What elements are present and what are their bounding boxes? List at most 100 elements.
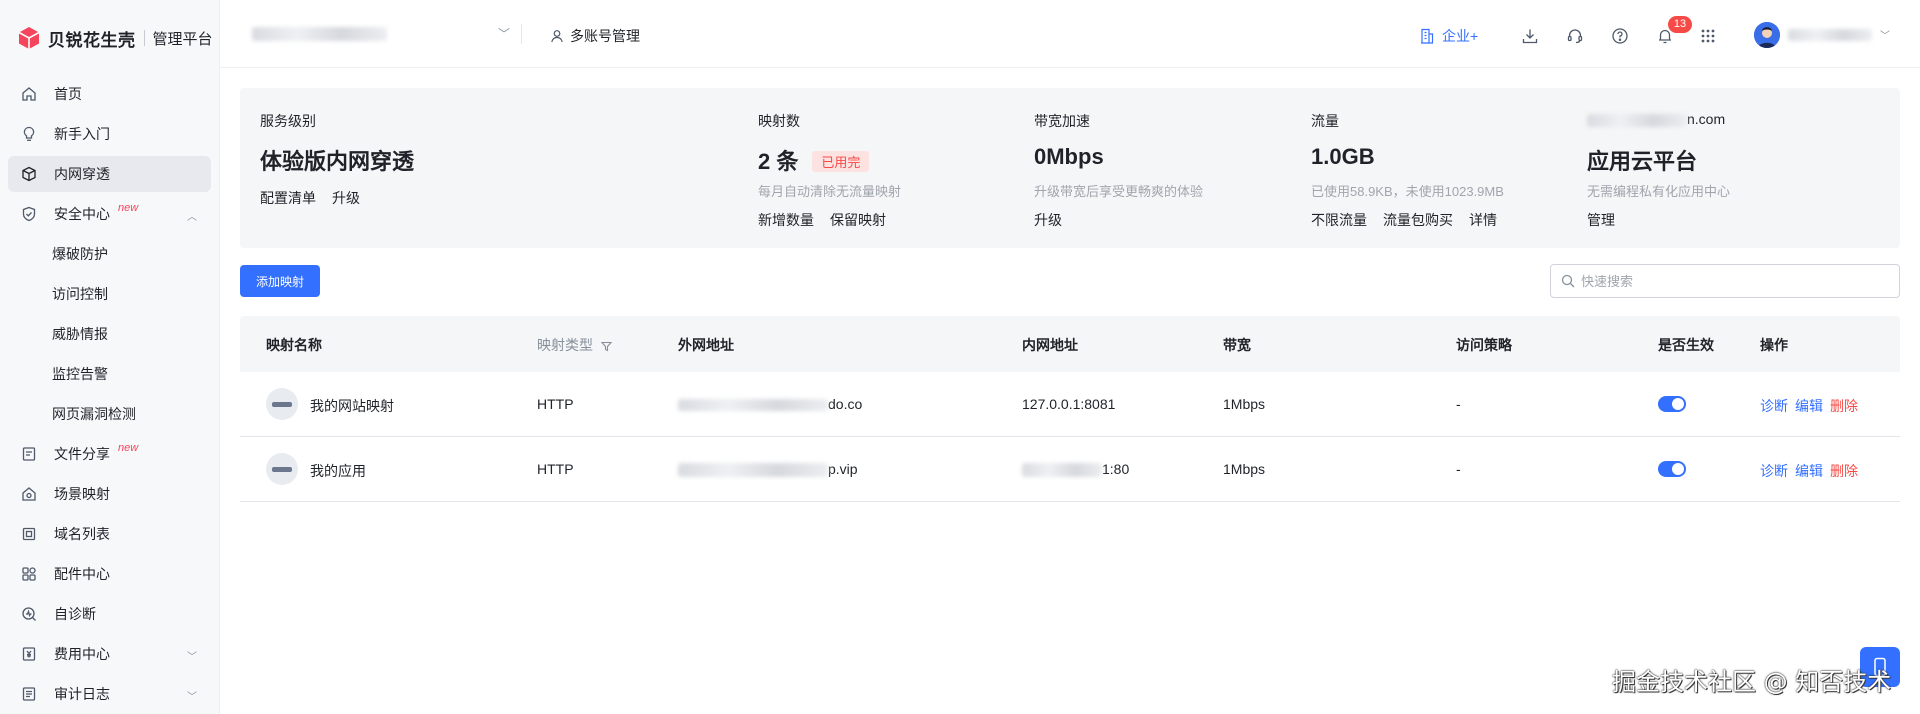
- delete-button[interactable]: 删除: [1830, 461, 1858, 481]
- multi-account-button[interactable]: 多账号管理: [550, 26, 640, 46]
- edit-button[interactable]: 编辑: [1795, 396, 1823, 416]
- sidebar-item-security[interactable]: 安全中心 new ︿: [8, 196, 211, 232]
- sidebar-item-label: 费用中心: [54, 646, 110, 662]
- new-badge: new: [118, 202, 139, 214]
- upgrade-link[interactable]: 升级: [332, 188, 360, 208]
- col-type[interactable]: 映射类型: [537, 335, 613, 355]
- status-badge: 已用完: [812, 150, 870, 172]
- col-external: 外网地址: [678, 337, 734, 353]
- add-mapping-button[interactable]: 添加映射: [240, 265, 320, 297]
- enabled-toggle[interactable]: [1658, 396, 1686, 412]
- sidebar-item-getting-started[interactable]: 新手入门: [8, 116, 211, 152]
- unlimited-traffic-link[interactable]: 不限流量: [1311, 210, 1367, 230]
- stat-links: 新增数量 保留映射: [758, 210, 886, 230]
- new-badge: new: [118, 442, 139, 454]
- sidebar-item-label: 文件分享: [54, 446, 110, 462]
- chevron-down-icon[interactable]: ﹀: [187, 648, 197, 663]
- download-icon[interactable]: [1520, 26, 1540, 46]
- watermark: 掘金技术社区 @ 知否技术: [1612, 668, 1892, 696]
- sidebar-subitem-web-vuln[interactable]: 网页漏洞检测: [8, 396, 211, 432]
- sidebar-item-scene-mapping[interactable]: 场景映射: [8, 476, 211, 512]
- redacted-project-name: [252, 27, 387, 41]
- internal-address-suffix: 1:80: [1102, 461, 1130, 477]
- header-divider: [521, 24, 522, 44]
- config-list-link[interactable]: 配置清单: [260, 188, 316, 208]
- chevron-down-icon[interactable]: ﹀: [1880, 27, 1890, 42]
- sidebar-item-intranet[interactable]: 内网穿透: [8, 156, 211, 192]
- diagnose-button[interactable]: 诊断: [1760, 461, 1788, 481]
- sidebar-item-self-diagnose[interactable]: 自诊断: [8, 596, 211, 632]
- apps-icon[interactable]: [1698, 26, 1718, 46]
- stat-title: 映射数: [758, 113, 800, 129]
- enabled-toggle[interactable]: [1658, 461, 1686, 477]
- sidebar-item-label: 内网穿透: [54, 166, 110, 182]
- sidebar-item-file-share[interactable]: 文件分享 new: [8, 436, 211, 472]
- external-address[interactable]: do.co: [678, 396, 862, 412]
- file-share-icon: [20, 445, 38, 463]
- logo[interactable]: 贝锐花生壳 管理平台: [0, 0, 219, 76]
- stat-value: 体验版内网穿透: [260, 149, 415, 174]
- domain-icon: [20, 525, 38, 543]
- search-input[interactable]: [1581, 273, 1881, 289]
- chevron-up-icon[interactable]: ︿: [187, 208, 197, 223]
- stat-title: 流量: [1311, 113, 1339, 129]
- col-internal: 内网地址: [1022, 337, 1078, 353]
- sidebar-item-label: 审计日志: [54, 686, 110, 702]
- mapping-count-value: 2 条: [758, 149, 799, 174]
- stat-desc: 无需编程私有化应用中心: [1587, 184, 1731, 199]
- filter-icon[interactable]: [600, 341, 613, 352]
- mapping-icon: [266, 388, 298, 420]
- sidebar-subitem-monitor-alert[interactable]: 监控告警: [8, 356, 211, 392]
- sidebar-item-label: 自诊断: [54, 606, 96, 622]
- external-address[interactable]: p.vip: [678, 461, 858, 478]
- keep-mapping-link[interactable]: 保留映射: [830, 210, 886, 230]
- external-address-suffix: p.vip: [828, 461, 858, 477]
- headset-icon[interactable]: [1565, 26, 1585, 46]
- sidebar-item-domains[interactable]: 域名列表: [8, 516, 211, 552]
- box-icon: [20, 165, 38, 183]
- project-selector[interactable]: ﹀: [252, 22, 510, 46]
- home-icon: [20, 85, 38, 103]
- sidebar-subitem-threat-intel[interactable]: 威胁情报: [8, 316, 211, 352]
- buy-traffic-link[interactable]: 流量包购买: [1383, 210, 1453, 230]
- stat-value: 2 条已用完: [758, 144, 870, 176]
- stat-links: 升级: [1034, 210, 1062, 230]
- sidebar-item-accessories[interactable]: 配件中心: [8, 556, 211, 592]
- search-box[interactable]: [1550, 264, 1900, 298]
- stat-links: 管理: [1587, 210, 1615, 230]
- chevron-down-icon[interactable]: ﹀: [187, 688, 197, 703]
- bandwidth-upgrade-link[interactable]: 升级: [1034, 210, 1062, 230]
- mapping-table: 映射名称 映射类型 外网地址 内网地址 带宽 访问策略 是否生效 操作 我的网站…: [240, 316, 1900, 502]
- traffic-details-link[interactable]: 详情: [1469, 210, 1497, 230]
- edit-button[interactable]: 编辑: [1795, 461, 1823, 481]
- platform-name: 管理平台: [152, 30, 213, 48]
- mapping-name[interactable]: 我的应用: [310, 461, 366, 481]
- diagnose-button[interactable]: 诊断: [1760, 396, 1788, 416]
- sidebar-item-label: 安全中心: [54, 206, 110, 222]
- sidebar-subitem-brute-force[interactable]: 爆破防护: [8, 236, 211, 272]
- sidebar-item-label: 新手入门: [54, 126, 110, 142]
- mapping-name[interactable]: 我的网站映射: [310, 396, 394, 416]
- redacted-username[interactable]: [1788, 29, 1872, 41]
- stat-desc: 每月自动清除无流量映射: [758, 184, 902, 199]
- col-type-label: 映射类型: [537, 337, 593, 353]
- enterprise-button[interactable]: 企业+: [1420, 26, 1478, 46]
- cube-icon: [18, 27, 40, 49]
- avatar[interactable]: [1754, 22, 1780, 48]
- add-quota-link[interactable]: 新增数量: [758, 210, 814, 230]
- sidebar-item-audit-log[interactable]: 审计日志 ﹀: [8, 676, 211, 712]
- bandwidth-value: 1Mbps: [1223, 461, 1266, 477]
- sidebar-item-billing[interactable]: 费用中心 ﹀: [8, 636, 211, 672]
- sidebar-subitem-access-control[interactable]: 访问控制: [8, 276, 211, 312]
- delete-button[interactable]: 删除: [1830, 396, 1858, 416]
- help-icon[interactable]: [1610, 26, 1630, 46]
- search-icon: [1561, 274, 1575, 288]
- sidebar-item-label: 首页: [54, 86, 82, 102]
- manage-link[interactable]: 管理: [1587, 210, 1615, 230]
- multi-account-label: 多账号管理: [570, 28, 640, 44]
- top-header: ﹀ 多账号管理 企业+ 13 ﹀: [220, 0, 1920, 68]
- table-header: 映射名称 映射类型 外网地址 内网地址 带宽 访问策略 是否生效 操作: [240, 316, 1900, 372]
- mapping-type: HTTP: [537, 396, 574, 412]
- access-policy: -: [1456, 461, 1461, 477]
- sidebar-item-home[interactable]: 首页: [8, 76, 211, 112]
